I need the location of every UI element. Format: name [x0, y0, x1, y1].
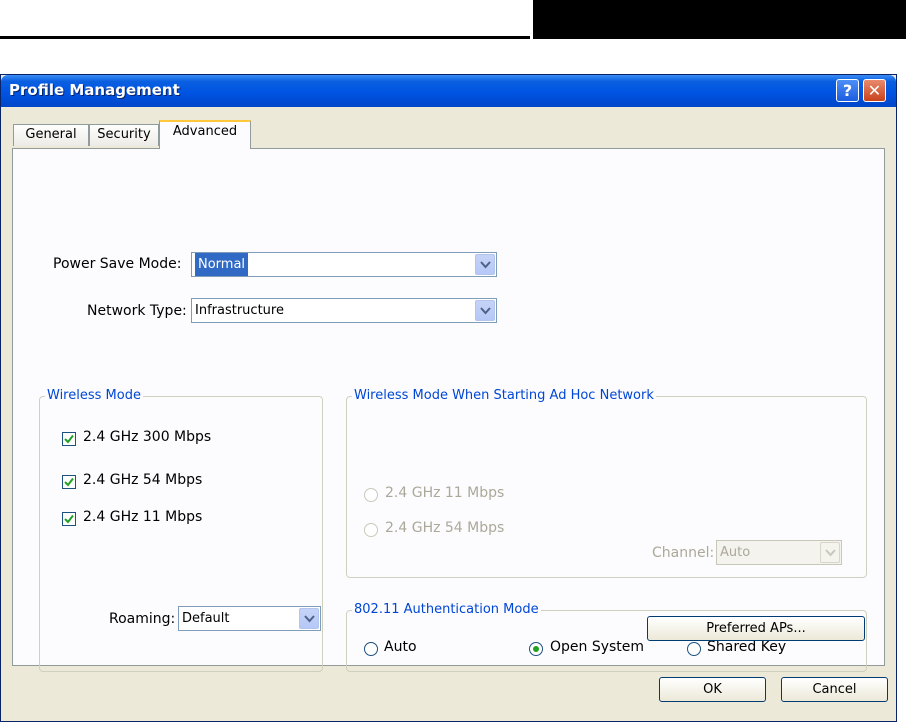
checkbox-11mbps[interactable] [62, 512, 76, 526]
auth-mode-title: 802.11 Authentication Mode [352, 602, 541, 617]
radio-auth-shared-key-label: Shared Key [707, 639, 787, 655]
header-rule [0, 36, 530, 39]
chevron-down-icon[interactable] [475, 300, 495, 321]
radio-adhoc-11mbps[interactable] [364, 488, 378, 502]
title-bar: Profile Management ? ✕ [1, 75, 896, 107]
power-save-label: Power Save Mode: [53, 256, 182, 272]
wireless-mode-title: Wireless Mode [45, 388, 143, 403]
radio-auth-auto[interactable] [364, 642, 378, 656]
cancel-button[interactable]: Cancel [781, 677, 888, 702]
adhoc-mode-title: Wireless Mode When Starting Ad Hoc Netwo… [352, 388, 656, 403]
tab-advanced-label: Advanced [172, 124, 238, 139]
power-save-select[interactable]: Normal [191, 252, 497, 277]
chevron-down-icon[interactable] [299, 608, 319, 629]
radio-adhoc-54mbps[interactable] [364, 523, 378, 537]
preferred-aps-button[interactable]: Preferred APs... [647, 616, 865, 641]
power-save-value: Normal [195, 253, 249, 276]
tab-general[interactable]: General [13, 124, 89, 146]
preferred-aps-label: Preferred APs... [706, 621, 806, 636]
advanced-tab-panel: Power Save Mode: Normal Network Type: In… [12, 148, 885, 672]
chevron-down-icon[interactable] [820, 542, 840, 563]
checkbox-54mbps-label: 2.4 GHz 54 Mbps [83, 472, 203, 488]
radio-selected-dot [533, 646, 539, 652]
channel-value: Auto [720, 545, 751, 560]
help-icon: ? [842, 81, 853, 100]
close-icon: ✕ [867, 81, 882, 100]
checkbox-300mbps-label: 2.4 GHz 300 Mbps [83, 429, 212, 445]
checkbox-300mbps[interactable] [62, 432, 76, 446]
help-button[interactable]: ? [836, 79, 859, 102]
radio-auth-open-system[interactable] [529, 642, 543, 656]
roaming-value: Default [182, 611, 230, 626]
tab-security-label: Security [97, 127, 151, 142]
network-type-label: Network Type: [87, 303, 187, 319]
network-type-select[interactable]: Infrastructure [191, 298, 497, 323]
roaming-label: Roaming: [109, 611, 176, 627]
ok-label: OK [703, 682, 722, 697]
radio-auth-open-system-label: Open System [550, 639, 645, 655]
tab-general-label: General [25, 127, 77, 142]
radio-adhoc-11mbps-label: 2.4 GHz 11 Mbps [385, 485, 505, 501]
header-black-box [533, 0, 906, 39]
roaming-select[interactable]: Default [178, 606, 321, 631]
checkbox-11mbps-label: 2.4 GHz 11 Mbps [83, 509, 203, 525]
radio-auth-shared-key[interactable] [687, 642, 701, 656]
network-type-value: Infrastructure [195, 303, 284, 318]
radio-auth-auto-label: Auto [384, 639, 417, 655]
close-button[interactable]: ✕ [863, 79, 886, 102]
checkbox-54mbps[interactable] [62, 475, 76, 489]
tab-security[interactable]: Security [89, 124, 159, 146]
channel-label: Channel: [652, 545, 715, 561]
tab-advanced[interactable]: Advanced [159, 120, 251, 149]
ok-button[interactable]: OK [659, 677, 766, 702]
chevron-down-icon[interactable] [475, 254, 495, 275]
radio-adhoc-54mbps-label: 2.4 GHz 54 Mbps [385, 520, 505, 536]
window-title: Profile Management [9, 81, 180, 99]
cancel-label: Cancel [812, 682, 857, 697]
profile-management-dialog: Profile Management ? ✕ General Security … [0, 74, 897, 722]
channel-select[interactable]: Auto [716, 540, 842, 565]
